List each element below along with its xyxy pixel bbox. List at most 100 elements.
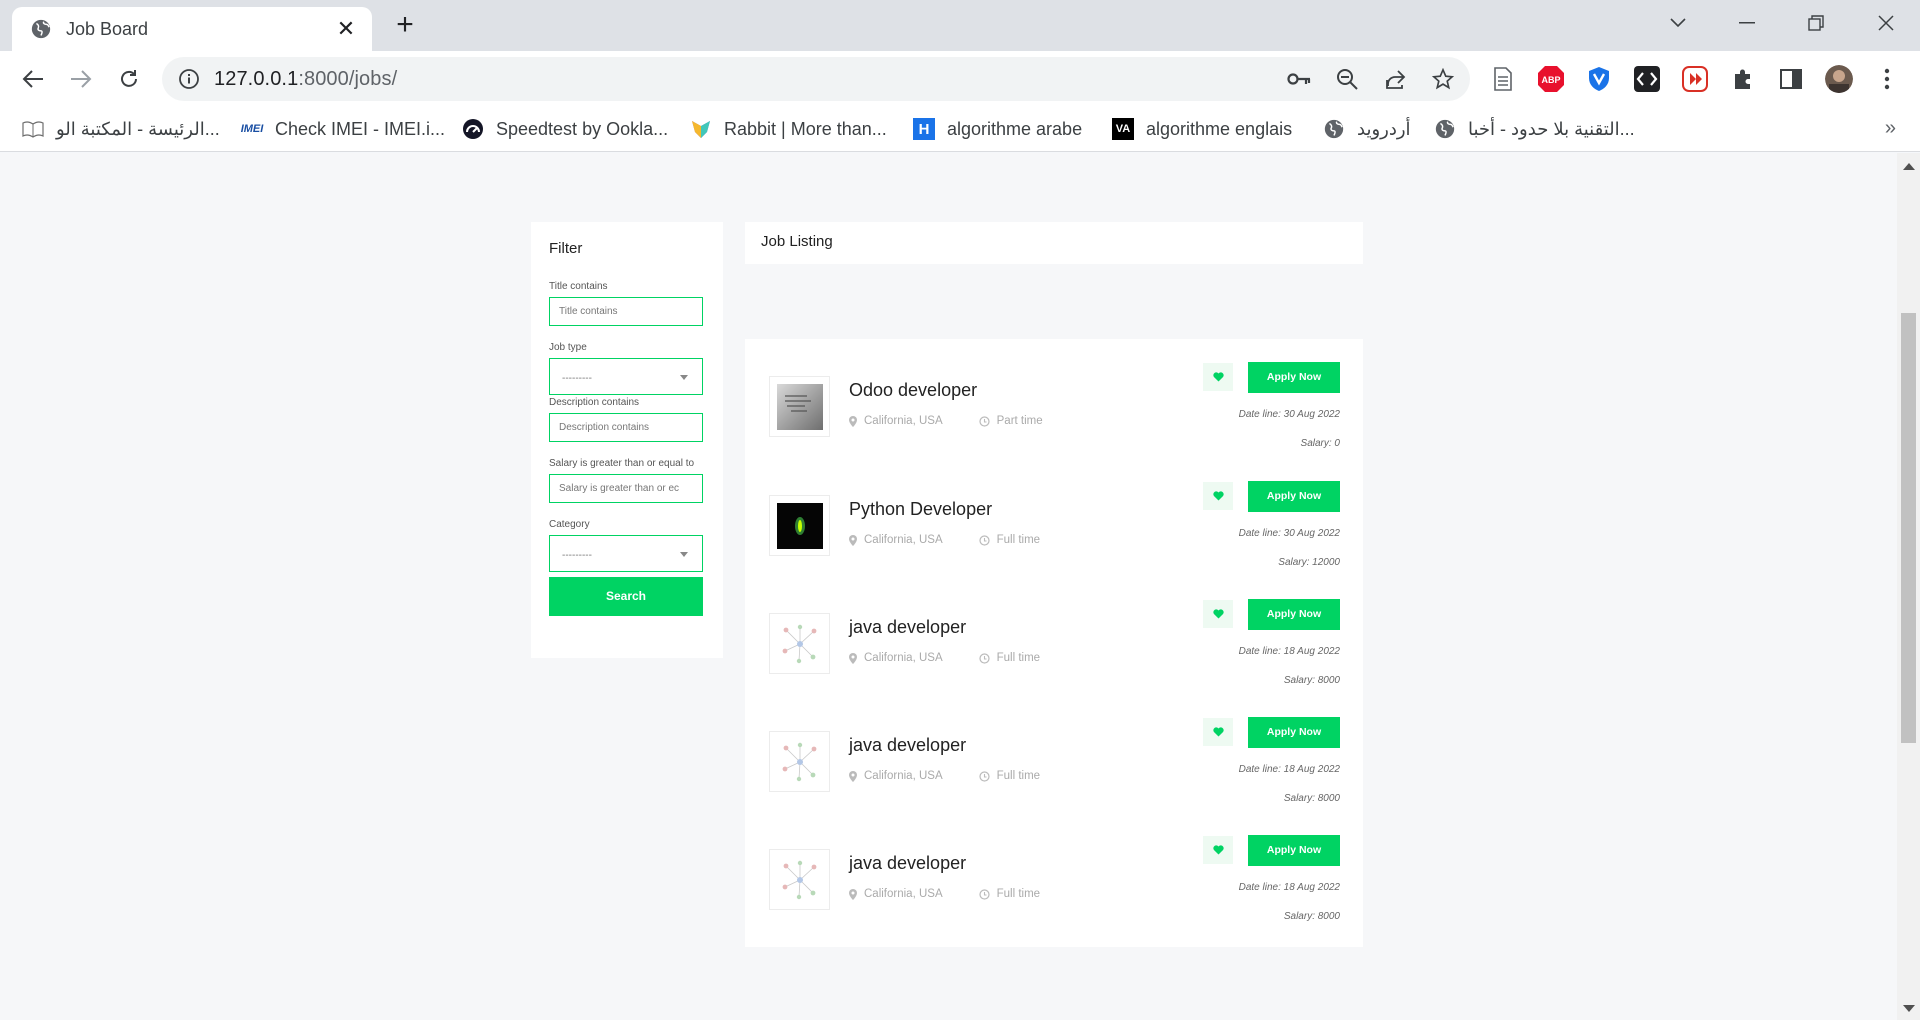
bookmark-item[interactable]: Speedtest by Ookla... xyxy=(462,116,668,142)
bookmark-item[interactable]: التقنية بلا حدود - أخبا... xyxy=(1434,116,1635,142)
apply-now-button[interactable]: Apply Now xyxy=(1248,599,1340,630)
search-button[interactable]: Search xyxy=(549,577,703,616)
tab-search-icon[interactable] xyxy=(1660,8,1696,38)
bookmark-label: Speedtest by Ookla... xyxy=(496,118,669,139)
media-icon[interactable] xyxy=(1681,65,1709,93)
apply-now-button[interactable]: Apply Now xyxy=(1248,835,1340,866)
puzzle-icon[interactable] xyxy=(1729,65,1757,93)
job-card: java developer California, USA Full time Ap… xyxy=(745,812,1363,947)
address-bar[interactable]: 127.0.0.1:8000/jobs/ xyxy=(162,57,1470,101)
browser-tab[interactable]: Job Board ✕ xyxy=(12,7,372,51)
bookmark-item[interactable]: H algorithme arabe xyxy=(913,116,1082,142)
tab-close-icon[interactable]: ✕ xyxy=(334,17,358,41)
filter-panel: Filter Title contains Title contains Job… xyxy=(531,222,723,658)
job-deadline: Date line: 30 Aug 2022 xyxy=(1238,409,1340,420)
apply-now-button[interactable]: Apply Now xyxy=(1248,481,1340,512)
company-logo xyxy=(769,849,830,910)
profile-avatar[interactable] xyxy=(1825,65,1853,93)
restore-icon[interactable] xyxy=(1798,8,1834,38)
category-select[interactable]: --------- xyxy=(549,535,703,572)
bookmark-item[interactable]: VA algorithme englais xyxy=(1112,116,1292,142)
job-salary: Salary: 0 xyxy=(1300,438,1340,449)
back-icon[interactable] xyxy=(16,62,50,96)
globe-icon xyxy=(1323,118,1345,140)
page-viewport: Filter Title contains Title contains Job… xyxy=(0,153,1897,1020)
title-contains-label: Title contains xyxy=(549,281,608,292)
description-contains-label: Description contains xyxy=(549,397,640,408)
code-icon[interactable] xyxy=(1633,65,1661,93)
forward-icon[interactable] xyxy=(64,62,98,96)
bookmark-label: أردرويد xyxy=(1357,118,1411,139)
company-logo xyxy=(769,613,830,674)
job-meta: California, USA Part time xyxy=(849,415,1043,427)
job-type: Full time xyxy=(996,652,1041,664)
scrollbar-thumb[interactable] xyxy=(1901,313,1916,743)
bookmark-star-icon[interactable] xyxy=(1430,66,1456,92)
new-tab-icon[interactable]: + xyxy=(390,10,420,41)
va-icon: VA xyxy=(1112,118,1134,140)
sidepanel-icon[interactable] xyxy=(1777,65,1805,93)
company-logo xyxy=(769,731,830,792)
clock-icon xyxy=(979,534,990,546)
job-type: Full time xyxy=(996,770,1041,782)
job-title[interactable]: java developer xyxy=(849,853,966,874)
scroll-down-icon[interactable] xyxy=(1903,1005,1915,1012)
apply-now-button[interactable]: Apply Now xyxy=(1248,362,1340,393)
company-logo xyxy=(769,376,830,437)
favorite-button[interactable] xyxy=(1203,482,1233,510)
apply-now-button[interactable]: Apply Now xyxy=(1248,717,1340,748)
bookmarks-overflow-icon[interactable]: » xyxy=(1885,117,1896,140)
adblock-icon[interactable]: ABP xyxy=(1537,65,1565,93)
bookmark-item[interactable]: IMEI Check IMEI - IMEI.i... xyxy=(241,116,445,142)
adblock-label: ABP xyxy=(1541,75,1560,85)
job-type: Part time xyxy=(996,415,1043,427)
heart-icon xyxy=(1212,609,1224,619)
bookmark-label: algorithme arabe xyxy=(947,118,1083,139)
job-card: java developer California, USA Full time Ap… xyxy=(745,576,1363,711)
job-title[interactable]: java developer xyxy=(849,735,966,756)
clock-icon xyxy=(979,652,990,664)
job-title[interactable]: Odoo developer xyxy=(849,380,977,401)
bookmark-item[interactable]: أردرويد xyxy=(1323,116,1411,142)
job-title[interactable]: java developer xyxy=(849,617,966,638)
title-contains-input[interactable]: Title contains xyxy=(549,297,703,326)
bookmark-item[interactable]: الرئيسة - المكتبة الو... xyxy=(22,116,220,142)
chevron-down-icon xyxy=(680,552,688,557)
url-path: :8000/jobs/ xyxy=(298,67,398,90)
key-icon[interactable] xyxy=(1286,66,1312,92)
job-meta: California, USA Full time xyxy=(849,770,1040,782)
page-scrollbar[interactable] xyxy=(1897,153,1920,1020)
job-type-select[interactable]: --------- xyxy=(549,358,703,395)
job-salary: Salary: 8000 xyxy=(1283,793,1340,804)
bookmark-item[interactable]: Rabbit | More than... xyxy=(690,116,887,142)
job-location: California, USA xyxy=(864,415,943,427)
site-info-icon[interactable] xyxy=(178,68,200,90)
scroll-up-icon[interactable] xyxy=(1903,163,1915,170)
favorite-button[interactable] xyxy=(1203,363,1233,391)
zoom-out-icon[interactable] xyxy=(1334,66,1360,92)
close-window-icon[interactable] xyxy=(1868,8,1904,38)
reload-icon[interactable] xyxy=(112,62,146,96)
favorite-button[interactable] xyxy=(1203,836,1233,864)
clock-icon xyxy=(979,415,990,427)
favorite-button[interactable] xyxy=(1203,718,1233,746)
salary-gte-input[interactable]: Salary is greater than or ec xyxy=(549,474,703,503)
location-pin-icon xyxy=(849,652,857,664)
job-meta: California, USA Full time xyxy=(849,534,1040,546)
menu-kebab-icon[interactable] xyxy=(1873,65,1901,93)
job-title[interactable]: Python Developer xyxy=(849,499,992,520)
speedtest-icon xyxy=(462,118,484,140)
document-icon[interactable] xyxy=(1489,65,1517,93)
favorite-button[interactable] xyxy=(1203,600,1233,628)
share-icon[interactable] xyxy=(1382,66,1408,92)
minimize-icon[interactable] xyxy=(1729,8,1765,38)
job-location: California, USA xyxy=(864,534,943,546)
url-text: 127.0.0.1:8000/jobs/ xyxy=(214,68,397,91)
tab-strip: Job Board ✕ + xyxy=(0,0,1920,51)
job-type-value: --------- xyxy=(562,373,592,384)
location-pin-icon xyxy=(849,888,857,900)
bookmark-label: Rabbit | More than... xyxy=(724,118,887,139)
vpn-shield-icon[interactable] xyxy=(1585,65,1613,93)
description-contains-input[interactable]: Description contains xyxy=(549,413,703,442)
job-card: Python Developer California, USA Full time… xyxy=(745,458,1363,593)
